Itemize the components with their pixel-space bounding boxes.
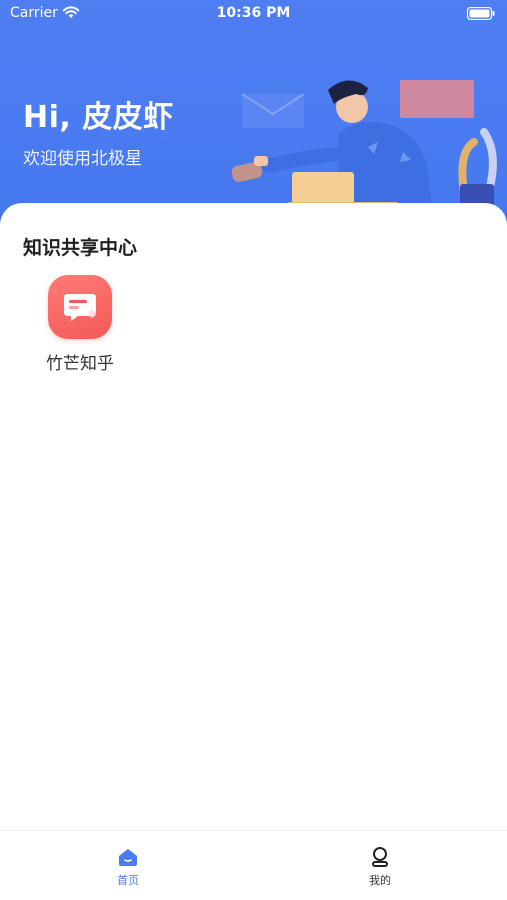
- bottom-tab-bar: 首页 我的: [0, 830, 507, 900]
- battery-icon: [466, 6, 495, 24]
- tab-mine-label: 我的: [369, 874, 391, 887]
- tab-mine[interactable]: 我的: [340, 845, 420, 888]
- section-title: 知识共享中心: [23, 237, 138, 259]
- content-card: 知识共享中心 竹芒知乎: [0, 203, 507, 830]
- status-bar: Carrier 10:36 PM: [0, 0, 507, 28]
- app-screen: Carrier 10:36 PM Hi, 皮皮虾 欢迎使用北极星 知识共享中心 …: [0, 0, 507, 900]
- status-time: 10:36 PM: [216, 5, 291, 21]
- banner-illustration: [231, 80, 497, 212]
- greeting-title: Hi, 皮皮虾: [23, 100, 174, 135]
- user-icon: [368, 845, 392, 869]
- app-item-zhumang-zhihu[interactable]: 竹芒知乎: [32, 275, 128, 385]
- greeting-subtitle: 欢迎使用北极星: [23, 149, 142, 169]
- home-icon: [116, 845, 140, 869]
- chat-message-icon: [48, 275, 112, 339]
- tab-home-label: 首页: [117, 874, 139, 887]
- tab-home[interactable]: 首页: [88, 845, 168, 888]
- app-label: 竹芒知乎: [46, 354, 114, 374]
